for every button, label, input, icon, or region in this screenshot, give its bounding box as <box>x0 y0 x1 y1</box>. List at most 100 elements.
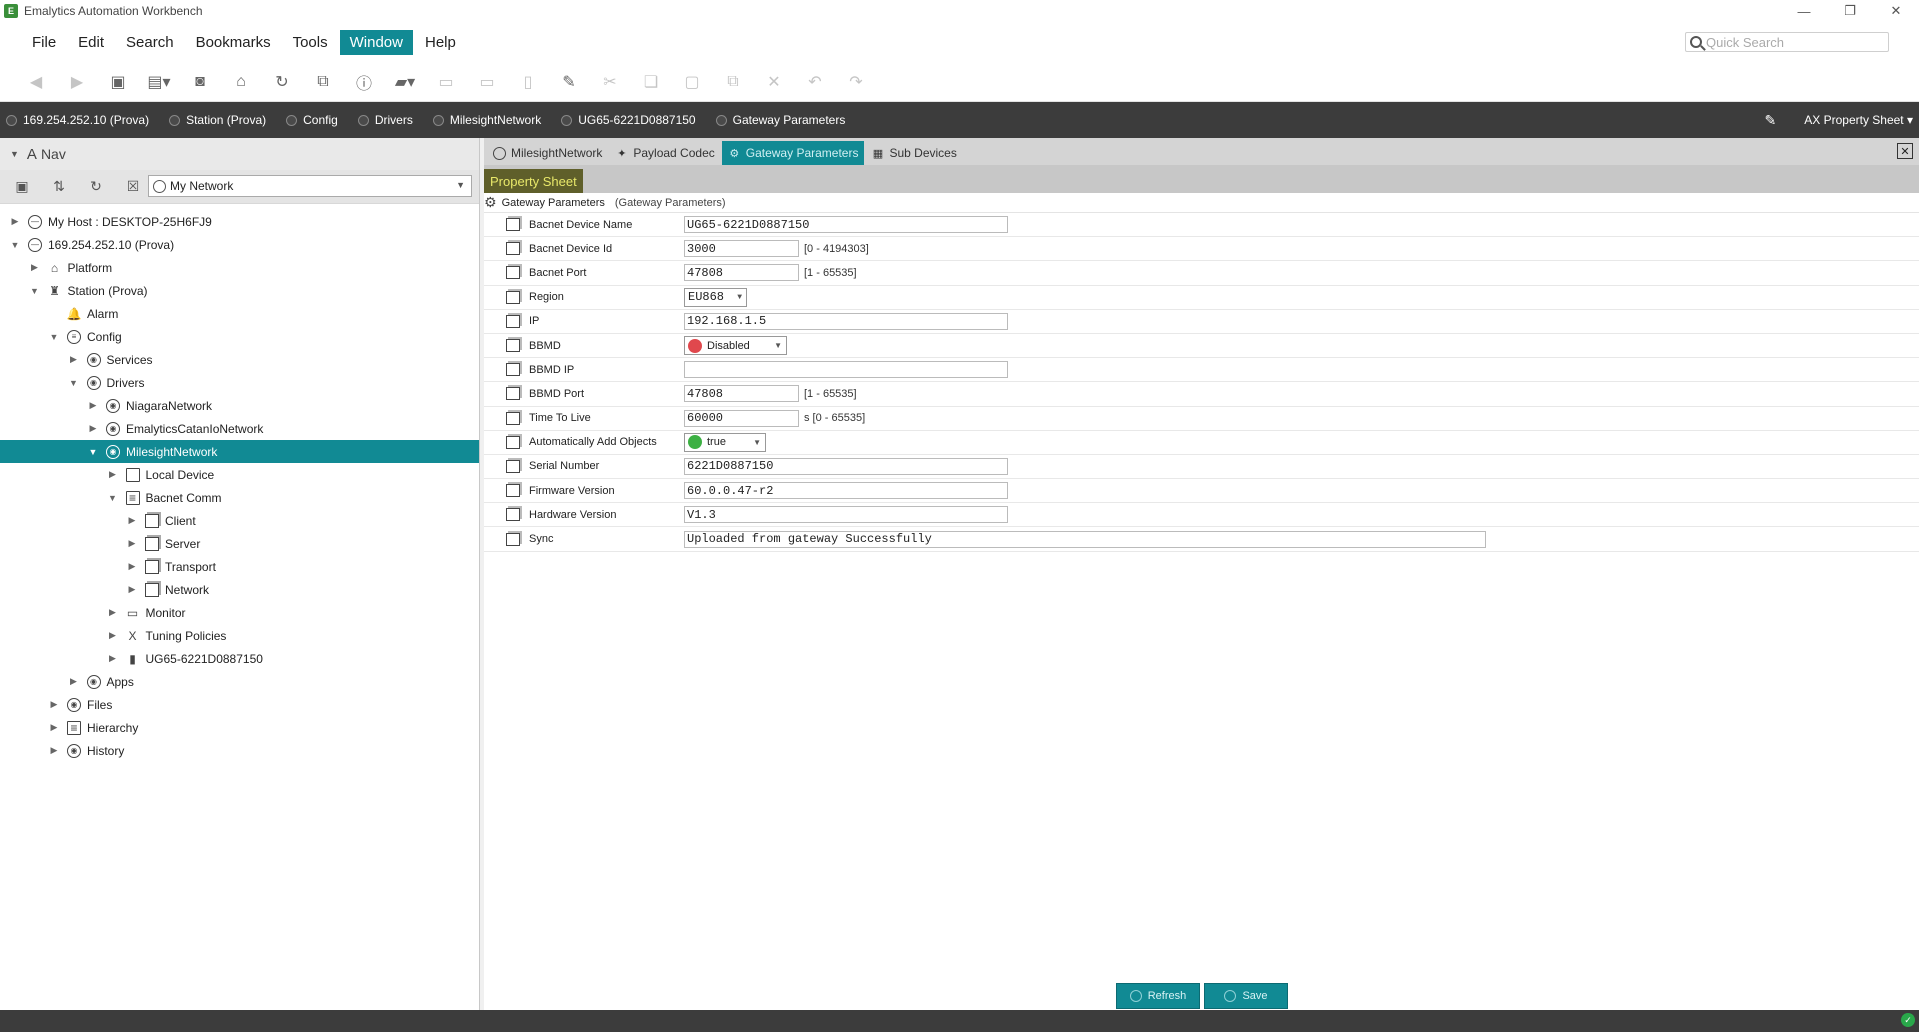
collapse-icon[interactable]: ▼ <box>10 149 19 159</box>
property-select[interactable]: true ▼ <box>684 432 766 452</box>
property-input[interactable]: 60.0.0.47-r2 <box>684 482 1008 500</box>
menu-tools[interactable]: Tools <box>283 30 338 55</box>
delete-icon[interactable]: ✕ <box>762 70 786 94</box>
chevron-right-icon[interactable]: ▶ <box>108 607 118 618</box>
property-input[interactable]: V1.3 <box>684 506 1008 524</box>
new-file-icon[interactable]: ▯ <box>516 70 540 94</box>
menu-edit[interactable]: Edit <box>68 30 114 55</box>
tree-node[interactable]: ▼ ≡ Config <box>0 325 479 348</box>
chevron-down-icon[interactable]: ▼ <box>49 332 59 342</box>
chevron-right-icon[interactable]: ▶ <box>49 699 59 710</box>
tree-node[interactable]: ▶ ◉ Files <box>0 693 479 716</box>
edit-file-icon[interactable]: ✎ <box>557 70 581 94</box>
open-file-icon[interactable]: ▰▾ <box>393 70 417 94</box>
chevron-right-icon[interactable]: ▶ <box>108 653 118 664</box>
chevron-right-icon[interactable]: ▶ <box>10 216 20 227</box>
redo-icon[interactable]: ↷ <box>844 70 868 94</box>
cut-icon[interactable]: ✂ <box>598 70 622 94</box>
tree-node[interactable]: ▼ ♜ Station (Prova) <box>0 279 479 302</box>
chevron-right-icon[interactable]: ▶ <box>127 561 137 572</box>
sync-icon[interactable]: ⇅ <box>49 177 69 197</box>
property-select[interactable]: EU868 ▼ <box>684 287 747 307</box>
tree-node[interactable]: ▶ ◉ Services <box>0 348 479 371</box>
chevron-right-icon[interactable]: ▶ <box>127 515 137 526</box>
close-view-icon[interactable]: ✕ <box>1897 143 1913 159</box>
property-input[interactable]: 192.168.1.5 <box>684 312 1008 330</box>
history-icon[interactable]: ⧉ <box>311 70 335 94</box>
chevron-down-icon[interactable]: ▼ <box>69 378 79 388</box>
property-select[interactable]: Disabled ▼ <box>684 336 787 356</box>
tree-node[interactable]: ▶ — My Host : DESKTOP-25H6FJ9 <box>0 210 479 233</box>
tree-node[interactable]: ▶ ▮ UG65-6221D0887150 <box>0 647 479 670</box>
nav-header[interactable]: ▼ A Nav <box>0 138 479 170</box>
open-icon[interactable]: ▣ <box>12 177 32 197</box>
tab-milesight-network[interactable]: MilesightNetwork <box>487 141 609 165</box>
tree-node[interactable]: ▶ X Tuning Policies <box>0 624 479 647</box>
home-icon[interactable]: ⌂ <box>229 70 253 94</box>
chevron-down-icon[interactable]: ▼ <box>108 493 118 503</box>
chevron-right-icon[interactable]: ▶ <box>49 745 59 756</box>
tree-node[interactable]: ▼ ◉ Drivers <box>0 371 479 394</box>
tree-node[interactable]: ▶ ⌂ Platform <box>0 256 479 279</box>
property-input[interactable]: 60000 <box>684 409 799 427</box>
pencil-icon[interactable]: ✎ <box>1765 112 1777 129</box>
chevron-right-icon[interactable]: ▶ <box>127 538 137 549</box>
tab-sub-devices[interactable]: ▦ Sub Devices <box>865 141 963 165</box>
view-selector[interactable]: AX Property Sheet ▾ <box>1804 113 1913 127</box>
duplicate-icon[interactable]: ⧉ <box>721 70 745 94</box>
locator-milesight[interactable]: MilesightNetwork <box>432 113 541 127</box>
refresh-tree-icon[interactable]: ↻ <box>86 177 106 197</box>
back-icon[interactable]: ◀ <box>24 70 48 94</box>
save-all-icon[interactable]: ▭ <box>475 70 499 94</box>
tree-node[interactable]: ▶ ▭ Monitor <box>0 601 479 624</box>
chevron-right-icon[interactable]: ▶ <box>30 262 40 273</box>
locator-drivers[interactable]: Drivers <box>357 113 413 127</box>
locator-station[interactable]: Station (Prova) <box>169 113 266 127</box>
locator-host[interactable]: 169.254.252.10 (Prova) <box>6 113 149 127</box>
tree-node[interactable]: ▶ ◉ Apps <box>0 670 479 693</box>
property-input[interactable]: Uploaded from gateway Successfully <box>684 530 1486 548</box>
forward-icon[interactable]: ▶ <box>65 70 89 94</box>
paste-icon[interactable]: ▢ <box>680 70 704 94</box>
tree-node[interactable]: ▶ Server <box>0 532 479 555</box>
chevron-down-icon[interactable]: ▼ <box>88 447 98 457</box>
tree-node[interactable]: ▶ ◉ EmalyticsCatanIoNetwork <box>0 417 479 440</box>
side-bar-toggle-icon[interactable]: ▤▾ <box>147 70 171 94</box>
property-input[interactable]: 47808 <box>684 385 799 403</box>
tree-node[interactable]: ▼ — 169.254.252.10 (Prova) <box>0 233 479 256</box>
refresh-icon[interactable]: ↻ <box>270 70 294 94</box>
property-input[interactable]: 47808 <box>684 264 799 282</box>
maximize-icon[interactable]: ❐ <box>1827 0 1873 22</box>
open-folder-icon[interactable]: ▣ <box>106 70 130 94</box>
menu-help[interactable]: Help <box>415 30 466 55</box>
locator-gateway[interactable]: UG65-6221D0887150 <box>561 113 696 127</box>
chevron-right-icon[interactable]: ▶ <box>69 676 79 687</box>
chevron-right-icon[interactable]: ▶ <box>88 423 98 434</box>
menu-file[interactable]: File <box>22 30 66 55</box>
tab-gateway-parameters[interactable]: ⚙ Gateway Parameters <box>721 141 865 165</box>
menu-bookmarks[interactable]: Bookmarks <box>186 30 281 55</box>
tree-node[interactable]: ▼ ≡ Bacnet Comm <box>0 486 479 509</box>
chevron-right-icon[interactable]: ▶ <box>49 722 59 733</box>
locator-config[interactable]: Config <box>286 113 338 127</box>
tree-node[interactable]: ▶ Network <box>0 578 479 601</box>
tree-node[interactable]: ▼ ◉ MilesightNetwork <box>0 440 479 463</box>
tab-payload-codec[interactable]: ✦ Payload Codec <box>609 141 721 165</box>
refresh-button[interactable]: Refresh <box>1116 983 1200 1009</box>
info-icon[interactable]: ⓘ <box>352 70 376 94</box>
tree-node[interactable]: ▶ ◉ History <box>0 739 479 762</box>
chevron-right-icon[interactable]: ▶ <box>69 354 79 365</box>
chevron-right-icon[interactable]: ▶ <box>88 400 98 411</box>
locator-gateway-parameters[interactable]: Gateway Parameters <box>715 113 845 127</box>
quick-search-input[interactable]: Quick Search <box>1685 32 1889 52</box>
tree-node[interactable]: ▶ Client <box>0 509 479 532</box>
save-button[interactable]: Save <box>1204 983 1288 1009</box>
undo-icon[interactable]: ↶ <box>803 70 827 94</box>
chevron-down-icon[interactable]: ▼ <box>10 240 20 250</box>
property-input[interactable]: 6221D0887150 <box>684 457 1008 475</box>
capture-icon[interactable]: ◙ <box>188 70 212 94</box>
tree-node[interactable]: ▶ Transport <box>0 555 479 578</box>
tree-node[interactable]: ▶ ◉ NiagaraNetwork <box>0 394 479 417</box>
minimize-icon[interactable]: — <box>1781 0 1827 22</box>
tree-node[interactable]: ▶ ≡ Hierarchy <box>0 716 479 739</box>
